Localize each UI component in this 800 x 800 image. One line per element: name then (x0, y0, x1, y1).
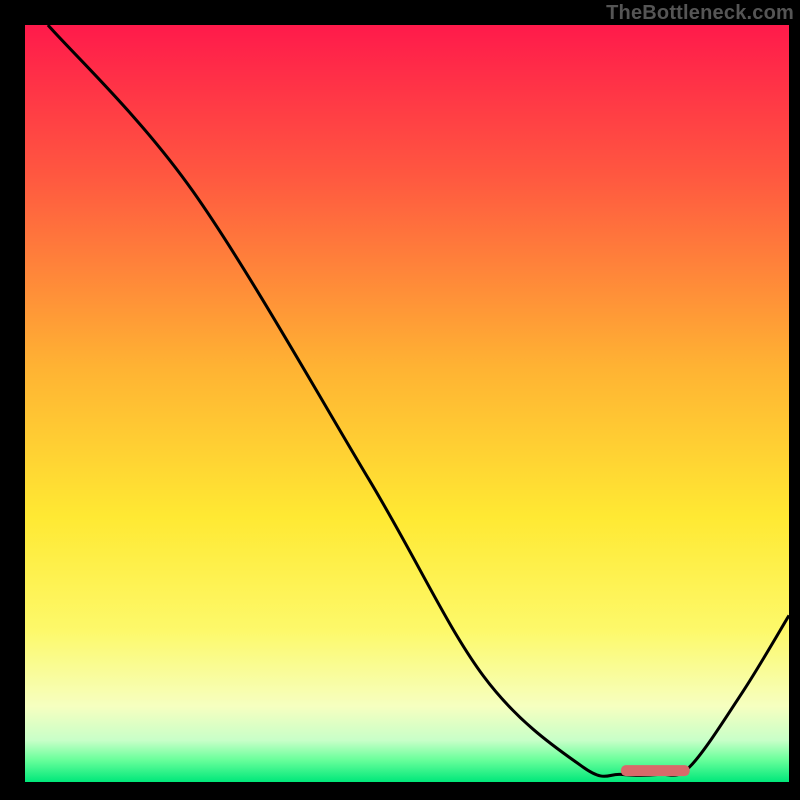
chart-container: TheBottleneck.com (0, 0, 800, 800)
plot-background (25, 25, 789, 782)
bottleneck-chart (0, 0, 800, 800)
watermark-text: TheBottleneck.com (606, 2, 794, 25)
optimal-band-marker (621, 765, 690, 776)
